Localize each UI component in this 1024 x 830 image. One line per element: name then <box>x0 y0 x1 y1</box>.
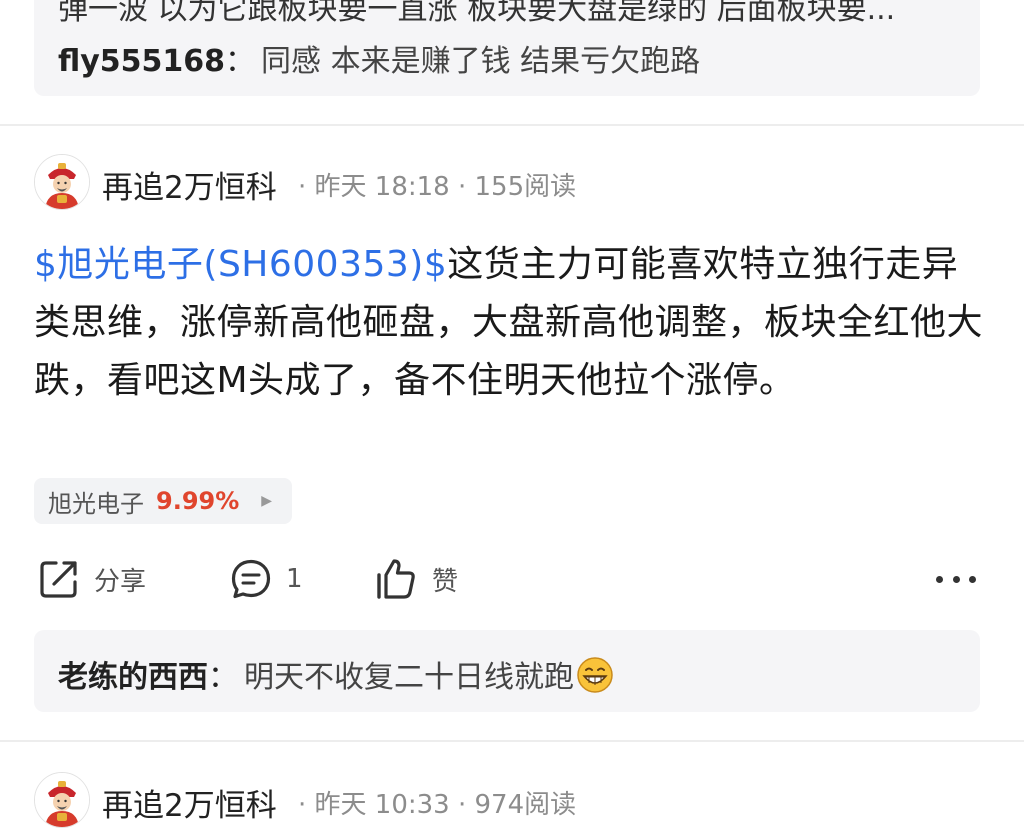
comment-text: 明天不收复二十日线就跑 <box>244 660 574 695</box>
share-button[interactable]: 分享 <box>38 556 146 602</box>
thumbs-up-icon <box>377 559 415 599</box>
like-button[interactable]: 赞 <box>374 556 458 602</box>
stock-tag[interactable]: 旭光电子 9.99% ▶ <box>34 478 293 524</box>
dot-icon <box>969 575 976 583</box>
post-content: $旭光电子(SH600353)$这货主力可能喜欢特立独行走异类思维，涨停新高他砸… <box>34 236 984 410</box>
post-divider <box>0 740 1024 742</box>
fortune-god-avatar-icon <box>35 773 89 827</box>
avatar[interactable] <box>34 154 90 210</box>
dot-icon <box>936 575 943 583</box>
fortune-god-avatar-icon <box>35 155 89 209</box>
stock-tag-change: 9.99% <box>156 487 240 515</box>
post-header: 再追2万恒科 · 昨天 10:33 · 974阅读 <box>34 772 994 830</box>
comment-text: 同感 本来是赚了钱 结果亏欠跑路 <box>261 44 701 79</box>
post-meta: · 昨天 10:33 · 974阅读 <box>298 790 577 820</box>
comment-count: 1 <box>286 564 303 594</box>
grinning-emoji-icon <box>576 656 614 702</box>
post-meta: · 昨天 18:18 · 155阅读 <box>298 172 577 202</box>
stock-tag-name: 旭光电子 <box>48 489 144 518</box>
comment-line[interactable]: 老练的西西： 明天不收复二十日线就跑 <box>58 652 614 702</box>
like-label: 赞 <box>432 566 459 597</box>
comment-box[interactable]: 老练的西西： 明天不收复二十日线就跑 <box>34 630 980 712</box>
post-header: 再追2万恒科 · 昨天 18:18 · 155阅读 <box>34 154 994 212</box>
prev-comment-box[interactable]: 弹一波 以为它跟板块要一直涨 板块要大盘是绿的 后面板块要... fly5551… <box>34 0 980 96</box>
play-arrow-icon: ▶ <box>261 493 273 509</box>
comment-sep: ： <box>208 660 238 695</box>
comment-button[interactable]: 1 <box>230 556 303 602</box>
comment-user[interactable]: fly555168 <box>58 44 225 79</box>
comment-icon <box>231 559 271 599</box>
author-name[interactable]: 再追2万恒科 <box>102 162 277 207</box>
more-options-icon[interactable] <box>936 566 976 592</box>
author-name[interactable]: 再追2万恒科 <box>102 780 277 825</box>
dot-icon <box>952 575 960 583</box>
share-icon <box>40 561 77 598</box>
comment-user[interactable]: 老练的西西 <box>58 660 208 695</box>
comment-sep: ： <box>225 44 256 79</box>
share-label: 分享 <box>94 566 147 597</box>
post-divider <box>0 124 1024 126</box>
prev-cutoff-text: 弹一波 以为它跟板块要一直涨 板块要大盘是绿的 后面板块要... <box>58 0 896 27</box>
prev-comment-line[interactable]: fly555168： 同感 本来是赚了钱 结果亏欠跑路 <box>58 36 700 80</box>
stock-link[interactable]: $旭光电子(SH600353)$ <box>34 244 447 285</box>
